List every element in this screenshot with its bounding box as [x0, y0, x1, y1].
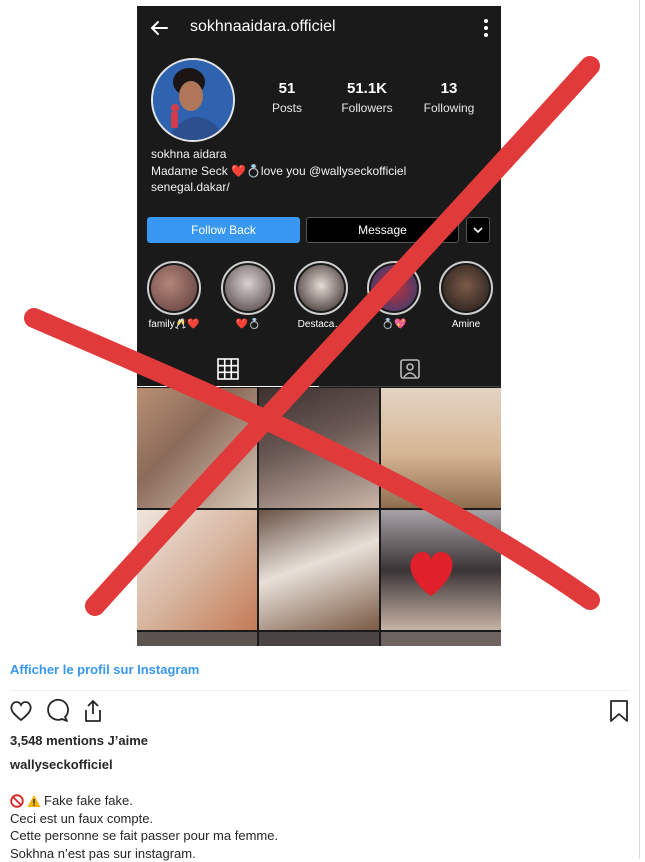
profile-header: sokhnaaidara.officiel [137, 6, 501, 50]
post-thumbnail[interactable] [137, 388, 257, 508]
post-caption: Fake fake fake. Ceci est un faux compte.… [10, 792, 278, 862]
highlight-label: ❤️💍 [219, 319, 277, 330]
posts-label: Posts [265, 101, 309, 115]
tab-tagged[interactable] [319, 349, 501, 387]
highlight-amine[interactable]: Amine [437, 261, 495, 330]
profile-tabs [137, 349, 501, 387]
highlight-label: Amine [437, 319, 495, 330]
highlight-love[interactable]: ❤️💍 [219, 261, 277, 330]
highlight-rings[interactable]: 💍💖 [365, 261, 423, 330]
followers-count[interactable]: 51.1K Followers [335, 80, 399, 115]
followers-label: Followers [335, 101, 399, 115]
grid-icon [217, 358, 239, 380]
likes-count[interactable]: 3,548 mentions J’aime [10, 733, 148, 748]
following-value: 13 [419, 80, 479, 97]
avatar [151, 58, 235, 142]
instagram-embed: sokhnaaidara.officiel 51 Posts 51.1K Fol… [0, 0, 640, 859]
post-thumbnail[interactable] [259, 388, 379, 508]
chevron-down-icon [467, 218, 489, 242]
bio-location: senegal.dakar/ [151, 179, 406, 196]
message-button[interactable]: Message [306, 217, 459, 243]
profile-username: sokhnaaidara.officiel [190, 18, 336, 36]
caption-line: Cette personne se fait passer pour ma fe… [10, 827, 278, 845]
share-icon[interactable] [80, 698, 106, 724]
posts-count[interactable]: 51 Posts [265, 80, 309, 115]
followers-value: 51.1K [335, 80, 399, 97]
prohibited-icon [10, 794, 24, 808]
tab-grid[interactable] [137, 349, 319, 387]
profile-screenshot: sokhnaaidara.officiel 51 Posts 51.1K Fol… [137, 6, 501, 646]
back-arrow-icon[interactable] [147, 16, 171, 40]
post-thumbnail[interactable] [259, 632, 379, 646]
post-thumbnail[interactable] [381, 388, 501, 508]
divider [10, 690, 630, 691]
highlight-label: family🥂❤️ [145, 319, 203, 330]
more-vertical-icon[interactable] [481, 18, 491, 38]
following-label: Following [419, 101, 479, 115]
bio-name: sokhna aidara [151, 146, 406, 163]
view-profile-link[interactable]: Afficher le profil sur Instagram [10, 662, 199, 677]
post-thumbnail[interactable] [381, 510, 501, 630]
follow-back-button[interactable]: Follow Back [147, 217, 300, 243]
caption-line: Ceci est un faux compte. [10, 810, 278, 828]
caption-line: Fake fake fake. [44, 792, 133, 810]
tagged-icon [399, 358, 421, 380]
post-thumbnail[interactable] [137, 632, 257, 646]
suggested-dropdown-button[interactable] [466, 217, 490, 243]
comment-icon[interactable] [44, 698, 70, 724]
warning-icon [27, 794, 41, 808]
profile-bio: sokhna aidara Madame Seck ❤️💍love you @w… [151, 146, 406, 196]
post-thumbnail[interactable] [381, 632, 501, 646]
following-count[interactable]: 13 Following [419, 80, 479, 115]
highlight-label: 💍💖 [365, 319, 423, 330]
bio-text: Madame Seck ❤️💍love you @wallyseckoffici… [151, 163, 406, 180]
highlight-label: Destaca… [292, 319, 350, 330]
bookmark-icon[interactable] [606, 698, 632, 724]
highlight-family[interactable]: family🥂❤️ [145, 261, 203, 330]
heart-icon[interactable] [8, 698, 34, 724]
highlight-destaca[interactable]: Destaca… [292, 261, 350, 330]
post-thumbnail[interactable] [137, 510, 257, 630]
heart-sticker-icon [381, 510, 501, 630]
caption-line: Sokhna n’est pas sur instagram. [10, 845, 278, 862]
post-thumbnail[interactable] [259, 510, 379, 630]
post-owner-username[interactable]: wallyseckofficiel [10, 757, 113, 772]
posts-value: 51 [265, 80, 309, 97]
